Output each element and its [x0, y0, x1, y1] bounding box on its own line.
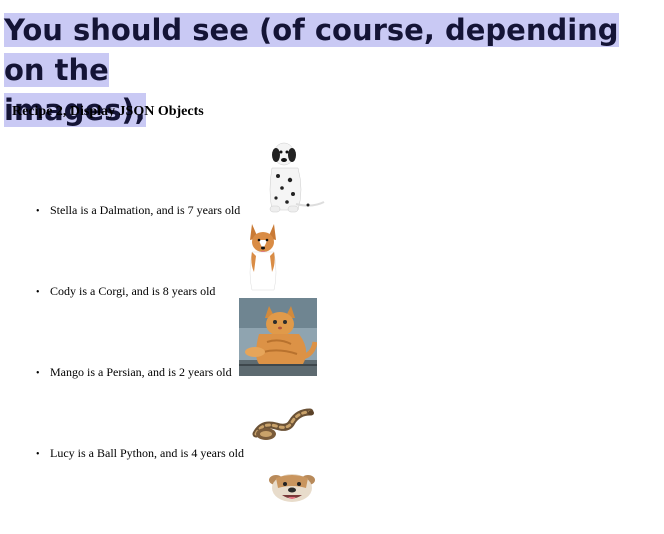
- bullet-icon: •: [36, 206, 40, 217]
- pet-list: • Stella is a Dalmation, and is 7 years o…: [0, 0, 664, 534]
- pet-description: Mango is a Persian, and is 2 years old: [50, 365, 232, 379]
- python-image: [252, 408, 314, 440]
- bulldog-image: [269, 474, 315, 502]
- pet-description: Lucy is a Ball Python, and is 4 years ol…: [50, 446, 244, 460]
- bullet-icon: •: [36, 368, 40, 379]
- bullet-icon: •: [36, 449, 40, 460]
- pet-description: Stella is a Dalmation, and is 7 years ol…: [50, 203, 241, 217]
- page: You should see (of course, depending on …: [0, 0, 664, 534]
- pet-row: • Lucy is a Ball Python, and is 4 years o…: [36, 446, 244, 461]
- pet-row: • Mango is a Persian, and is 2 years old: [36, 365, 232, 380]
- dalmatian-image: [269, 142, 325, 213]
- bullet-icon: •: [36, 287, 40, 298]
- pet-description: Cody is a Corgi, and is 8 years old: [50, 284, 216, 298]
- pet-row: • Cody is a Corgi, and is 8 years old: [36, 284, 215, 299]
- cat-image: [239, 298, 317, 376]
- pet-row: • Stella is a Dalmation, and is 7 years o…: [36, 203, 240, 218]
- corgi-image: [249, 224, 277, 291]
